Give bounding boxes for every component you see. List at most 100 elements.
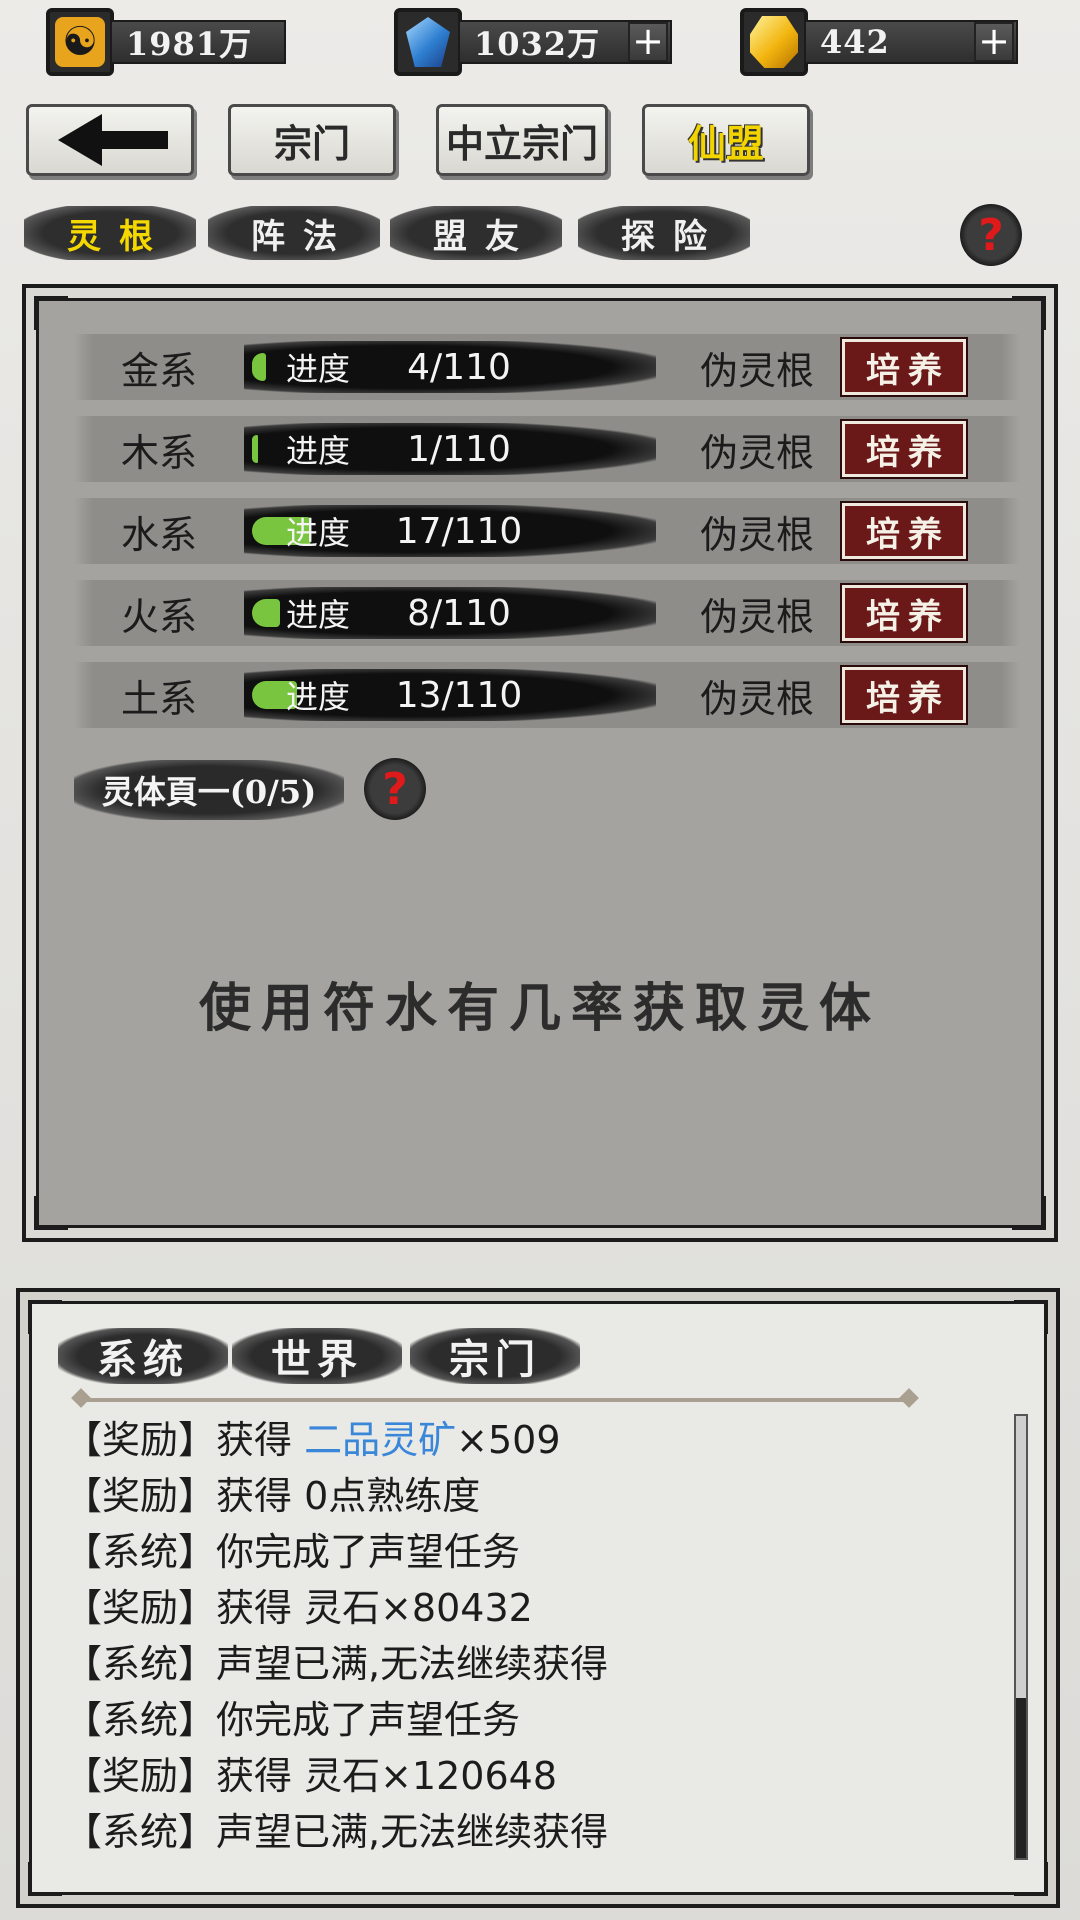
progress-fill [252, 599, 280, 627]
root-rank: 伪灵根 [699, 594, 814, 639]
spirit-root-row: 火系 进度 8/110 伪灵根 培养 [74, 580, 1020, 646]
chat-message: 【奖励】获得 灵石×120648 [64, 1748, 994, 1804]
help-icon[interactable]: ? [960, 204, 1022, 266]
chat-tab-world[interactable]: 世界 [232, 1328, 402, 1384]
progress-bar: 进度 13/110 [244, 669, 656, 721]
message-text: 你完成了声望任务 [216, 1698, 521, 1742]
subtab-spirit-root[interactable]: 灵根 [24, 206, 196, 260]
progress-bar: 进度 1/110 [244, 423, 656, 475]
progress-label: 进度 [286, 596, 351, 634]
progress-value: 8/110 [407, 592, 511, 634]
corner-ornament [1014, 1300, 1048, 1334]
progress-fill [252, 435, 258, 463]
subtab-formation[interactable]: 阵法 [208, 206, 380, 260]
chat-message: 【系统】声望已满,无法继续获得 [64, 1804, 994, 1860]
message-tag: 【奖励】 [64, 1586, 217, 1630]
root-rank: 伪灵根 [699, 676, 814, 721]
element-name: 金系 [120, 348, 197, 393]
message-suffix: ×509 [456, 1418, 561, 1462]
cultivate-button[interactable]: 培养 [840, 337, 968, 397]
crystal-icon [394, 8, 462, 76]
corner-ornament [28, 1300, 62, 1334]
progress-fill [252, 353, 266, 381]
message-text: 声望已满,无法继续获得 [216, 1810, 609, 1854]
element-name: 火系 [120, 594, 197, 639]
progress-label: 进度 [286, 678, 351, 716]
chat-message: 【系统】声望已满,无法继续获得 [64, 1636, 994, 1692]
progress-bar: 进度 17/110 [244, 505, 656, 557]
element-name: 水系 [120, 512, 197, 557]
progress-value: 17/110 [395, 510, 523, 552]
chat-message: 【奖励】获得 灵石×80432 [64, 1580, 994, 1636]
chat-message: 【奖励】获得 0点熟练度 [64, 1468, 994, 1524]
cultivate-button[interactable]: 培养 [840, 665, 968, 725]
message-tag: 【系统】 [64, 1810, 217, 1854]
root-rank: 伪灵根 [699, 348, 814, 393]
progress-value: 1/110 [407, 428, 511, 470]
resource-crystal: 1032万 + [394, 8, 672, 76]
cultivate-button[interactable]: 培养 [840, 419, 968, 479]
message-tag: 【奖励】 [64, 1754, 217, 1798]
root-rank: 伪灵根 [699, 512, 814, 557]
chat-tab-sect[interactable]: 宗门 [410, 1328, 580, 1384]
cultivate-button[interactable]: 培养 [840, 501, 968, 561]
resource-taiji: ☯ 1981万 [46, 8, 286, 76]
progress-label: 进度 [286, 432, 351, 470]
message-text: 获得 灵石×80432 [216, 1586, 533, 1630]
tab-neutral-sect[interactable]: 中立宗门 [436, 104, 608, 176]
chat-message: 【系统】你完成了声望任务 [64, 1692, 994, 1748]
taiji-icon: ☯ [46, 8, 114, 76]
chat-message-list[interactable]: 【奖励】获得 二品灵矿×509 【奖励】获得 0点熟练度 【系统】你完成了声望任务【… [64, 1412, 994, 1860]
progress-label: 进度 [286, 350, 351, 388]
spirit-body-hint: 使用符水有几率获取灵体 [198, 978, 881, 1039]
corner-ornament [28, 1862, 62, 1896]
message-text: 获得 [216, 1418, 305, 1462]
spirit-root-row: 水系 进度 17/110 伪灵根 培养 [74, 498, 1020, 564]
gold-icon [740, 8, 808, 76]
message-item-link[interactable]: 二品灵矿 [304, 1418, 456, 1462]
spirit-root-row: 土系 进度 13/110 伪灵根 培养 [74, 662, 1020, 728]
corner-ornament [1012, 296, 1046, 330]
chat-message: 【系统】你完成了声望任务 [64, 1524, 994, 1580]
chat-scroll-thumb[interactable] [1016, 1698, 1026, 1858]
tab-alliance[interactable]: 仙盟 [642, 104, 810, 176]
message-text: 获得 灵石×120648 [216, 1754, 557, 1798]
back-button[interactable] [26, 104, 194, 176]
progress-bar: 进度 4/110 [244, 341, 656, 393]
subtab-explore[interactable]: 探险 [578, 206, 750, 260]
corner-ornament [34, 296, 68, 330]
spirit-root-row: 金系 进度 4/110 伪灵根 培养 [74, 334, 1020, 400]
progress-value: 13/110 [395, 674, 523, 716]
chat-message: 【奖励】获得 二品灵矿×509 [64, 1412, 994, 1468]
message-tag: 【奖励】 [64, 1418, 217, 1462]
cultivate-button[interactable]: 培养 [840, 583, 968, 643]
subtab-ally[interactable]: 盟友 [390, 206, 562, 260]
corner-ornament [1012, 1196, 1046, 1230]
progress-label: 进度 [286, 514, 351, 552]
root-rank: 伪灵根 [699, 430, 814, 475]
element-name: 木系 [120, 430, 197, 475]
message-tag: 【系统】 [64, 1642, 217, 1686]
message-tag: 【奖励】 [64, 1474, 217, 1518]
resource-value: 1981万 [110, 20, 286, 64]
corner-ornament [34, 1196, 68, 1230]
message-text: 获得 0点熟练度 [216, 1474, 481, 1518]
chat-divider [80, 1398, 910, 1402]
add-crystal-button[interactable]: + [628, 22, 668, 62]
resource-gold: 442 + [740, 8, 1018, 76]
chat-tab-system[interactable]: 系统 [58, 1328, 228, 1384]
element-name: 土系 [120, 676, 197, 721]
message-text: 声望已满,无法继续获得 [216, 1642, 609, 1686]
add-gold-button[interactable]: + [974, 22, 1014, 62]
progress-bar: 进度 8/110 [244, 587, 656, 639]
progress-value: 4/110 [407, 346, 511, 388]
spirit-root-row: 木系 进度 1/110 伪灵根 培养 [74, 416, 1020, 482]
tab-sect[interactable]: 宗门 [228, 104, 396, 176]
back-arrow-icon [58, 114, 168, 166]
chat-scrollbar[interactable] [1014, 1414, 1028, 1860]
spirit-body-label: 灵体頁一(0/5) [74, 760, 344, 820]
message-tag: 【系统】 [64, 1530, 217, 1574]
spirit-body-help-icon[interactable]: ? [364, 758, 426, 820]
message-tag: 【系统】 [64, 1698, 217, 1742]
corner-ornament [1014, 1862, 1048, 1896]
